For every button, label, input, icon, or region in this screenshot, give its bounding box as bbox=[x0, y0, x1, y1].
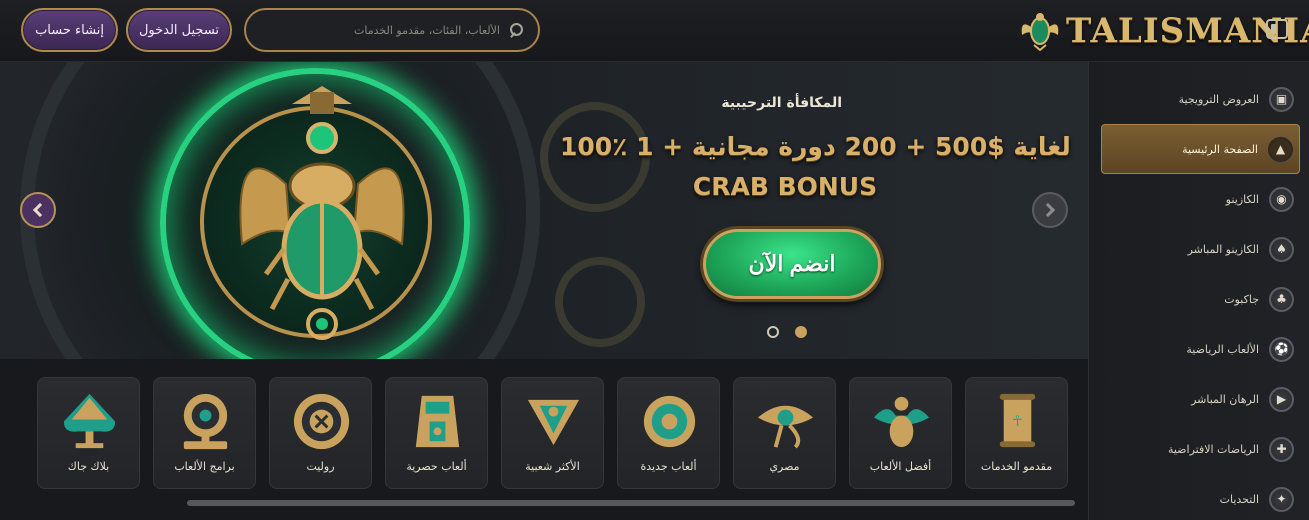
search-input[interactable] bbox=[320, 23, 500, 37]
sidebar-item-label: الرياضات الافتراضية bbox=[1167, 442, 1259, 456]
search-bar[interactable] bbox=[244, 8, 540, 52]
category-label: ألعاب حصرية bbox=[406, 460, 467, 473]
sidebar-item-label: العروض الترويجية bbox=[1178, 92, 1259, 106]
sidebar-item[interactable]: التحديات ✦ bbox=[1101, 474, 1300, 520]
category-tile[interactable]: برامج الألعاب bbox=[153, 377, 256, 489]
category-label: أفضل الألعاب bbox=[869, 460, 932, 473]
category-tile[interactable]: ☥ مقدمو الخدمات bbox=[965, 377, 1068, 489]
category-label: الأكثر شعبية bbox=[525, 460, 580, 473]
join-now-button[interactable]: انضم الآن bbox=[703, 229, 881, 299]
pyramid-icon: ▲ bbox=[1268, 136, 1293, 162]
decorative-ring bbox=[555, 257, 645, 347]
sidebar-item-label: التحديات bbox=[1219, 492, 1259, 506]
roulette-icon bbox=[293, 393, 350, 450]
lotus-icon bbox=[527, 399, 580, 446]
bonus-name: CRAB BONUS bbox=[692, 172, 878, 201]
spade-icon: ♠ bbox=[1269, 236, 1294, 262]
category-label: ألعاب جديدة bbox=[640, 460, 697, 473]
sidebar-item-label: الصفحة الرئيسية bbox=[1182, 142, 1258, 156]
hero-subtitle: المكافأة الترحيبية bbox=[721, 95, 842, 111]
top-header: إنشاء حساب تسجيل الدخول TALISMANIA bbox=[0, 0, 1309, 62]
search-icon[interactable] bbox=[508, 22, 524, 38]
category-tile[interactable]: روليت bbox=[269, 377, 372, 489]
eye-of-horus-icon bbox=[757, 405, 814, 449]
pharaoh-mask-icon bbox=[415, 395, 460, 448]
sidebar-nav: العروض الترويجية ▣ الصفحة الرئيسية ▲ الكازين… bbox=[1088, 62, 1309, 520]
sidebar-item[interactable]: الرياضات الافتراضية ✚ bbox=[1101, 424, 1300, 474]
scrollbar-thumb[interactable] bbox=[187, 500, 1075, 506]
category-tile[interactable]: أفضل الألعاب bbox=[849, 377, 952, 489]
sidebar-item[interactable]: العروض الترويجية ▣ bbox=[1101, 74, 1300, 124]
sidebar-item[interactable]: الألعاب الرياضية ⚽ bbox=[1101, 324, 1300, 374]
horizontal-scrollbar[interactable] bbox=[187, 500, 1075, 506]
chevron-left-icon bbox=[32, 202, 48, 218]
sun-disc-icon bbox=[643, 395, 696, 448]
sidebar-item[interactable]: الرهان المباشر ▶ bbox=[1101, 374, 1300, 424]
sidebar-item-label: الرهان المباشر bbox=[1191, 392, 1259, 406]
category-tile[interactable]: بلاك جاك bbox=[37, 377, 140, 489]
play-icon: ▶ bbox=[1269, 386, 1294, 412]
scarab-icon bbox=[873, 396, 930, 448]
category-tile[interactable]: الأكثر شعبية bbox=[501, 377, 604, 489]
category-label: بلاك جاك bbox=[67, 460, 110, 473]
carousel-prev-button[interactable] bbox=[20, 192, 56, 228]
category-label: روليت bbox=[306, 460, 335, 473]
challenge-icon: ✦ bbox=[1269, 486, 1294, 512]
gamepad-icon: ✚ bbox=[1269, 436, 1294, 462]
sidebar-item-label: الألعاب الرياضية bbox=[1186, 342, 1259, 356]
svg-text:☥: ☥ bbox=[1012, 413, 1022, 429]
category-tile[interactable]: ألعاب جديدة bbox=[617, 377, 720, 489]
carousel-dot-active[interactable] bbox=[795, 326, 807, 338]
sidebar-item-label: الكازينو المباشر bbox=[1187, 242, 1259, 256]
hero-banner: المكافأة الترحيبية 100٪ لغاية $500 + 200… bbox=[0, 62, 1088, 359]
category-label: مصري bbox=[769, 460, 800, 473]
category-strip: ☥ مقدمو الخدمات أفضل الألعاب مصري ألعاب جديد… bbox=[0, 359, 1088, 520]
login-button[interactable]: تسجيل الدخول bbox=[126, 8, 232, 52]
bonus-headline: 100٪ لغاية $500 + 200 دورة مجانية + 1 bbox=[560, 132, 1071, 161]
spade-tree-icon bbox=[63, 393, 116, 449]
category-label: مقدمو الخدمات bbox=[980, 460, 1053, 473]
carousel-next-button[interactable] bbox=[1032, 192, 1068, 228]
sidebar-toggle-icon[interactable] bbox=[1266, 19, 1288, 39]
gift-box-icon: ▣ bbox=[1269, 86, 1294, 112]
golden-scarab-icon bbox=[239, 86, 405, 340]
sidebar-item[interactable]: جاكبوت ♣ bbox=[1101, 274, 1300, 324]
wheel-icon bbox=[183, 393, 228, 450]
scroll-icon: ☥ bbox=[999, 393, 1036, 448]
chevron-right-icon bbox=[1040, 202, 1056, 218]
signup-button[interactable]: إنشاء حساب bbox=[21, 8, 118, 52]
sidebar-item[interactable]: الكازينو ◉ bbox=[1101, 174, 1300, 224]
sidebar-item[interactable]: الصفحة الرئيسية ▲ bbox=[1101, 124, 1300, 174]
sidebar-item[interactable]: الكازينو المباشر ♠ bbox=[1101, 224, 1300, 274]
sidebar-item-label: الكازينو bbox=[1225, 192, 1259, 206]
casino-chip-icon: ◉ bbox=[1269, 186, 1294, 212]
carousel-dot[interactable] bbox=[767, 326, 779, 338]
category-tile[interactable]: مصري bbox=[733, 377, 836, 489]
category-label: برامج الألعاب bbox=[174, 460, 235, 473]
clover-icon: ♣ bbox=[1269, 286, 1294, 312]
scarab-logo-icon bbox=[1021, 13, 1059, 52]
soccer-ball-icon: ⚽ bbox=[1269, 336, 1294, 362]
sidebar-item-label: جاكبوت bbox=[1224, 292, 1259, 306]
category-tile[interactable]: ألعاب حصرية bbox=[385, 377, 488, 489]
